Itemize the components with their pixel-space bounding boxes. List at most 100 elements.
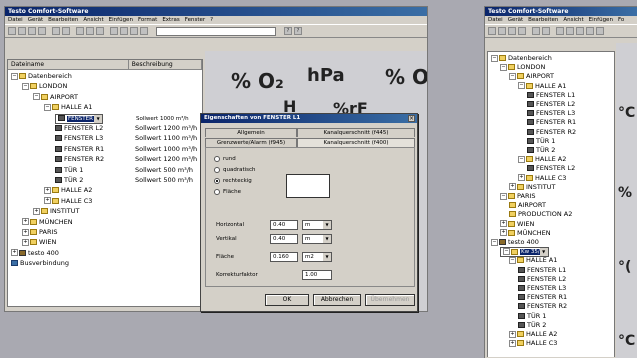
menu-item[interactable]: Ansicht <box>563 17 583 23</box>
table-icon[interactable] <box>130 27 138 35</box>
menu-item[interactable]: Einfügen <box>109 17 133 23</box>
expand-icon[interactable]: + <box>44 186 51 194</box>
collapse-icon[interactable]: − <box>518 155 525 163</box>
tree-node[interactable]: FENSTER L2 <box>518 275 566 284</box>
menu-item[interactable]: Format <box>138 17 157 23</box>
tree-node[interactable]: FENSTER R1 <box>527 118 576 127</box>
radio-icon[interactable] <box>214 166 220 173</box>
binoculars-icon[interactable] <box>110 27 118 35</box>
tree-node[interactable]: FENSTER L3 Sollwert 1100 m³/h <box>55 134 197 143</box>
tree-node[interactable]: FENSTER L1 <box>527 91 575 100</box>
grid-icon[interactable] <box>596 27 604 35</box>
tree-node[interactable]: − Datenbereich <box>491 54 552 63</box>
tree-node[interactable]: + HALLE A2 <box>44 186 92 195</box>
menu-item[interactable]: Datei <box>488 17 503 23</box>
expand-icon[interactable]: + <box>22 228 29 236</box>
context-help-icon[interactable]: ? <box>294 27 302 35</box>
shape-radio[interactable]: Fläche <box>214 187 241 197</box>
tree-node[interactable]: FENSTER L2 <box>527 164 575 173</box>
expand-icon[interactable]: + <box>22 218 29 226</box>
record-icon[interactable] <box>566 27 574 35</box>
horizontal-input[interactable]: 0.40 <box>270 220 298 230</box>
ok-button[interactable]: OK <box>265 294 309 306</box>
tree-node[interactable]: − LONDON <box>500 63 545 72</box>
tree-node[interactable]: FENSTER L3 <box>518 284 566 293</box>
binoculars-icon[interactable] <box>586 27 594 35</box>
preview-icon[interactable] <box>38 27 46 35</box>
area-unit-select[interactable]: m2 <box>302 252 332 262</box>
tree-node[interactable]: Busverbindung <box>11 259 69 268</box>
menu-item[interactable]: ? <box>210 17 213 23</box>
tree-node[interactable]: + testo 400 <box>11 249 59 258</box>
menu-item[interactable]: Datei <box>8 17 23 23</box>
chart-icon[interactable] <box>140 27 148 35</box>
tree-node[interactable]: FENSTER L3 <box>527 109 575 118</box>
menu-item[interactable]: Extras <box>162 17 179 23</box>
apply-button[interactable]: Übernehmen <box>365 294 415 306</box>
expand-icon[interactable]: + <box>500 220 507 228</box>
collapse-icon[interactable]: − <box>509 72 516 80</box>
collapse-icon[interactable]: − <box>500 192 507 200</box>
column-header-description[interactable]: Beschreibung <box>129 60 202 69</box>
tree-node[interactable]: FENSTER L2 <box>527 100 575 109</box>
shape-radio[interactable]: rechteckig <box>214 176 252 186</box>
tree-node[interactable]: − LONDON <box>22 82 67 91</box>
collapse-icon[interactable]: − <box>22 82 29 90</box>
tree-node[interactable]: − HALLE A1 <box>518 82 566 91</box>
tab-grenzwerte-alarm[interactable]: Grenzwerte/Alarm (f945) <box>205 138 297 147</box>
collapse-icon[interactable]: − <box>503 248 510 256</box>
expand-icon[interactable]: + <box>22 238 29 246</box>
radio-icon[interactable] <box>214 177 220 184</box>
copy-icon[interactable] <box>52 27 60 35</box>
tree-node[interactable]: + MÜNCHEN <box>500 229 551 238</box>
menu-item[interactable]: Einfügen <box>589 17 613 23</box>
menu-item[interactable]: Gerät <box>28 17 43 23</box>
menu-item[interactable]: Ansicht <box>83 17 103 23</box>
tree-node[interactable]: FENSTER R2 <box>527 128 576 137</box>
tree-node[interactable]: FENSTER L1 Sollwert 1000 m³/h <box>55 113 189 124</box>
device-read-icon[interactable] <box>76 27 84 35</box>
expand-icon[interactable]: + <box>518 174 525 182</box>
tree-node[interactable]: + MÜNCHEN <box>22 218 73 227</box>
menu-item[interactable]: Bearbeiten <box>48 17 78 23</box>
expand-icon[interactable]: + <box>509 330 516 338</box>
collapse-icon[interactable]: − <box>518 82 525 90</box>
shape-radio[interactable]: quadratisch <box>214 165 256 175</box>
help-icon[interactable]: ? <box>284 27 292 35</box>
tree-node[interactable]: FENSTER L2 Sollwert 1200 m³/h <box>55 124 197 133</box>
tree-node[interactable]: TÜR 1 Sollwert 500 m³/h <box>55 166 193 175</box>
tree-node[interactable]: − Datenbereich <box>11 72 72 81</box>
expand-icon[interactable]: + <box>44 197 51 205</box>
radio-icon[interactable] <box>214 155 220 162</box>
tree-node[interactable]: + PARIS <box>22 228 58 237</box>
close-icon[interactable]: × <box>408 115 415 122</box>
paste-icon[interactable] <box>542 27 550 35</box>
area-input[interactable]: 0.160 <box>270 252 298 262</box>
tree-node[interactable]: + INSTITUT <box>33 207 80 216</box>
collapse-icon[interactable]: − <box>33 93 40 101</box>
new-file-icon[interactable] <box>488 27 496 35</box>
save-icon[interactable] <box>18 27 26 35</box>
menu-item[interactable]: Bearbeiten <box>528 17 558 23</box>
tree-node[interactable]: TÜR 2 <box>518 321 546 330</box>
print-icon[interactable] <box>28 27 36 35</box>
paste-icon[interactable] <box>62 27 70 35</box>
tree-node[interactable]: PRODUCTION A2 <box>509 210 572 219</box>
tree-node[interactable]: TÜR 1 <box>527 137 555 146</box>
collapse-icon[interactable]: − <box>491 54 498 62</box>
tree-node[interactable]: + WIEN <box>22 238 56 247</box>
horizontal-unit-select[interactable]: m <box>302 220 332 230</box>
tree-node[interactable]: − HALLE A1 <box>44 103 92 112</box>
tree-node[interactable]: FENSTER R2 Sollwert 1200 m³/h <box>55 155 197 164</box>
vertical-input[interactable]: 0.40 <box>270 234 298 244</box>
tree-node[interactable]: − HALLE A1 <box>509 256 557 265</box>
tree-node[interactable]: − PARIS <box>500 192 536 201</box>
tree-node[interactable]: − HALLE A2 <box>518 155 566 164</box>
record-icon[interactable] <box>86 27 94 35</box>
collapse-icon[interactable]: − <box>500 63 507 71</box>
expand-icon[interactable]: + <box>33 207 40 215</box>
cancel-button[interactable]: Abbrechen <box>313 294 361 306</box>
collapse-icon[interactable]: − <box>11 72 18 80</box>
save-icon[interactable] <box>498 27 506 35</box>
stop-icon[interactable] <box>96 27 104 35</box>
